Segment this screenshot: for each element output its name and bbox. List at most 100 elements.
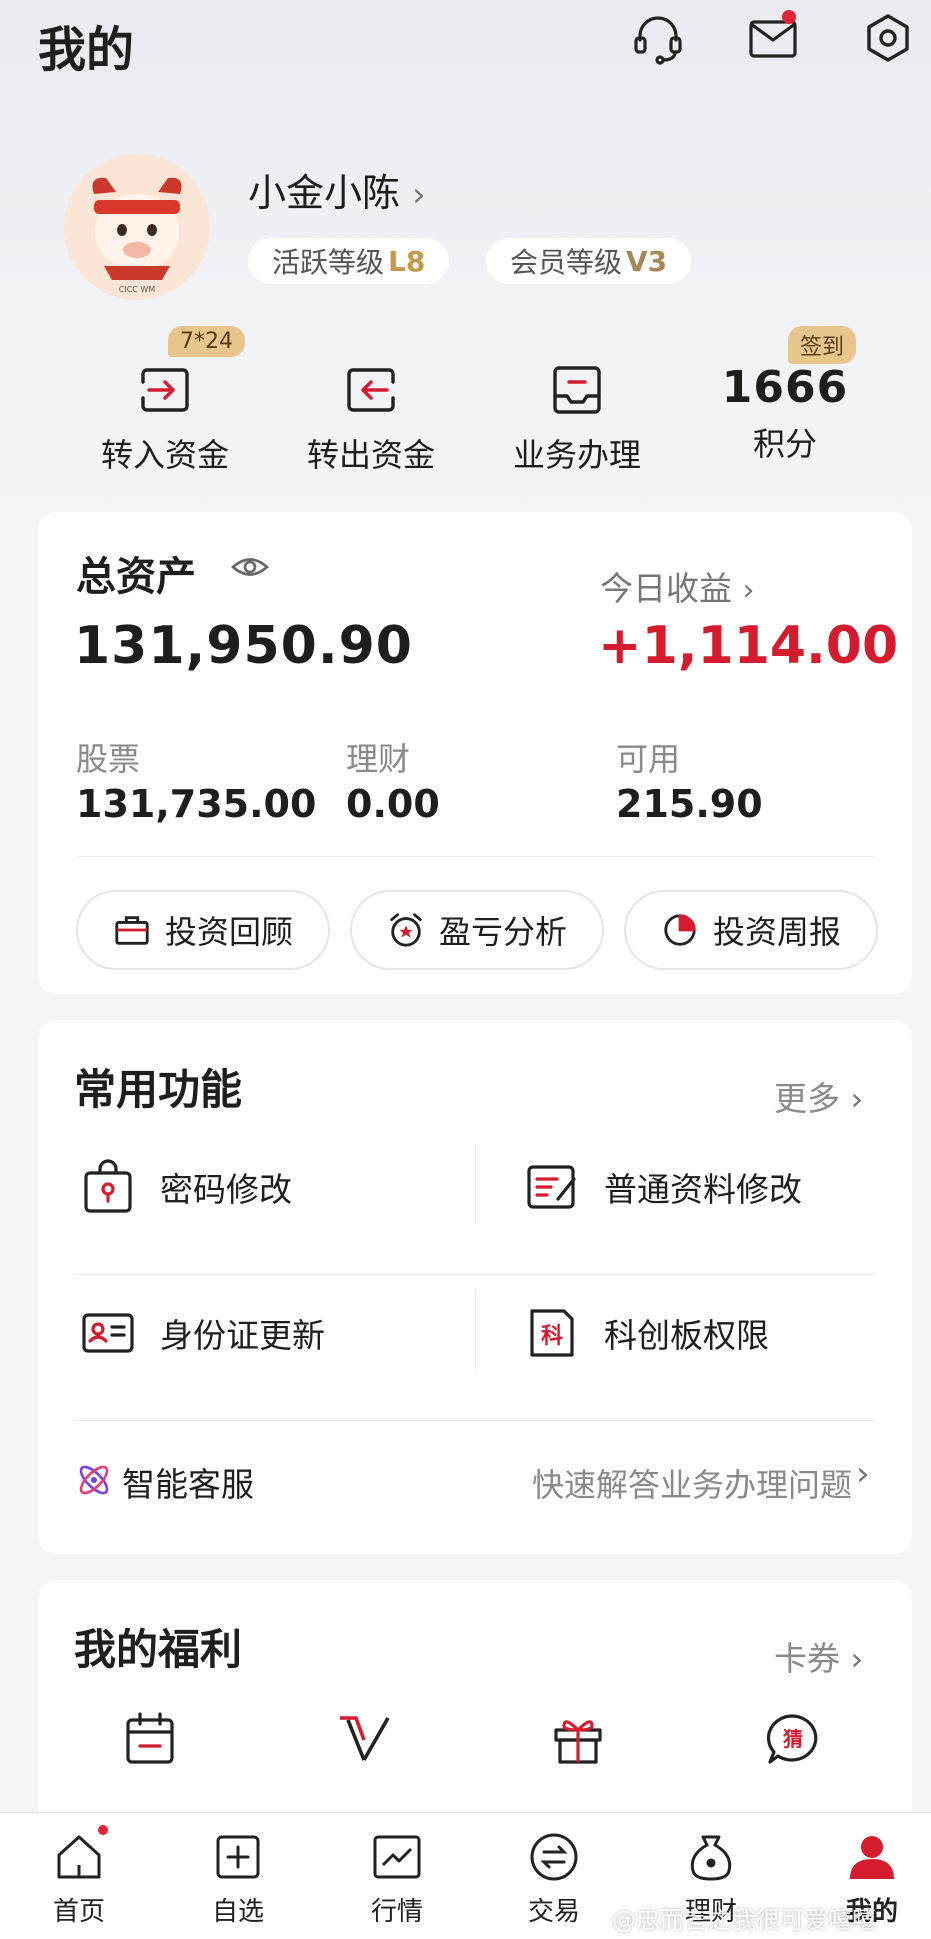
wealth-value: 0.00 [346,782,440,826]
guess-bubble-icon: 猜 [766,1714,818,1764]
svg-text:猜: 猜 [782,1727,803,1751]
today-profit-label: 今日收益 [600,569,732,608]
smart-service-row[interactable]: 智能客服 快速解答业务办理问题 › [74,1440,876,1520]
home-notification-dot [98,1825,108,1835]
nav-home-label: 首页 [52,1897,105,1927]
profile-edit-item[interactable]: 普通资料修改 [524,1114,924,1259]
more-link[interactable]: 更多 › [774,1072,863,1120]
chevron-right-icon: › [856,1454,870,1494]
common-functions-card: 常用功能 更多 › 密码修改 普通资料修改 身份证更新 科 科创板权限 智能客服… [38,1020,912,1554]
username-link[interactable]: 小金小陈 › [248,162,426,217]
exchange-arrows-icon [530,1833,578,1881]
common-functions-title: 常用功能 [74,1065,243,1114]
divider [475,1290,476,1370]
activity-level-label: 活跃等级 [272,246,385,279]
watermark-text: @忠而言之我很可爱嘻嘻 [612,1906,876,1934]
lock-bag-icon [84,1158,132,1213]
coupons-link[interactable]: 卡券 › [774,1632,863,1680]
assets-title: 总资产 [76,554,196,600]
nav-trade[interactable]: 交易 [489,1829,619,1928]
chevron-right-icon: › [850,1080,864,1118]
task-center-item[interactable] [70,1710,230,1774]
member-level-label: 会员等级 [510,246,623,279]
investment-review-button[interactable]: 投资回顾 [76,890,330,970]
chevron-right-icon: › [850,1640,864,1678]
transfer-in-icon [135,360,195,420]
alarm-clock-icon [390,913,422,947]
today-profit-value: +1,114.00 [598,616,899,676]
divider [76,856,874,857]
transfer-in-button[interactable]: 7*24 转入资金 [70,326,260,476]
profit-loss-analysis-label: 盈亏分析 [438,913,567,951]
member-level-value: V3 [626,244,668,278]
assets-card: 总资产 今日收益 › 131,950.90 +1,114.00 股票 131,7… [38,512,912,994]
visibility-eye-icon[interactable] [230,552,270,586]
transfer-out-label: 转出资金 [306,436,435,474]
more-label: 更多 [774,1079,840,1118]
svg-text:科: 科 [541,1324,563,1349]
customer-service-headset-icon[interactable] [630,10,686,66]
member-level-badge[interactable]: 会员等级 V3 [486,238,692,284]
coupons-label: 卡券 [774,1639,840,1678]
wealth-label: 理财 [346,740,411,778]
nav-watchlist-label: 自选 [211,1897,264,1927]
nav-trade-label: 交易 [527,1897,580,1927]
edit-document-icon [527,1164,576,1209]
activity-center-item[interactable] [498,1710,658,1774]
nav-market[interactable]: 行情 [332,1829,462,1928]
points-button[interactable]: 签到 1666 积分 [690,326,880,465]
password-change-item[interactable]: 密码修改 [80,1114,480,1259]
svg-text:CICC WM: CICC WM [119,285,156,294]
available-label: 可用 [616,740,681,778]
member-center-item[interactable] [284,1710,444,1774]
total-assets-value: 131,950.90 [74,616,413,676]
activity-level-badge[interactable]: 活跃等级 L8 [248,238,450,284]
today-profit-link[interactable]: 今日收益 › [600,562,755,610]
user-profile-icon [850,1836,894,1879]
id-update-label: 身份证更新 [160,1315,325,1355]
ke-document-icon: 科 [530,1308,574,1357]
atom-service-icon [79,1465,109,1495]
checkin-badge: 签到 [788,326,857,364]
points-label: 积分 [752,425,817,463]
weekly-report-label: 投资周报 [712,913,841,951]
welfare-title: 我的福利 [74,1625,243,1674]
page-title: 我的 [38,22,135,78]
weekly-report-button[interactable]: 投资周报 [624,890,878,970]
star-market-permission-item[interactable]: 科 科创板权限 [524,1260,924,1405]
transfer-out-button[interactable]: 转出资金 [276,352,466,476]
id-update-item[interactable]: 身份证更新 [80,1260,480,1405]
nav-watchlist[interactable]: 自选 [173,1829,303,1928]
transfer-in-label: 转入资金 [100,436,229,474]
business-handling-button[interactable]: 业务办理 [482,352,672,476]
divider [475,1144,476,1224]
function-row: 身份证更新 科 科创板权限 [38,1260,912,1405]
available-value: 215.90 [616,782,763,826]
avatar[interactable]: CICC WM [64,154,210,300]
smart-service-label: 智能客服 [122,1465,254,1504]
smart-service-desc: 快速解答业务办理问题 [532,1466,853,1504]
chevron-right-icon: › [412,175,426,215]
stock-label: 股票 [76,740,141,778]
transfer-out-icon [341,360,401,420]
stock-value: 131,735.00 [76,782,317,826]
activity-level-value: L8 [388,244,426,278]
profit-loss-analysis-button[interactable]: 盈亏分析 [350,890,604,970]
nav-home[interactable]: 首页 [14,1829,144,1928]
briefcase-icon [115,916,149,945]
settings-gear-icon[interactable] [860,10,916,66]
username: 小金小陈 [248,171,401,215]
divider [74,1420,876,1421]
calendar-icon [126,1712,174,1764]
transfer-in-badge: 7*24 [168,326,245,357]
points-value: 1666 [721,362,849,413]
function-row: 密码修改 普通资料修改 [38,1114,912,1259]
business-handling-label: 业务办理 [512,436,641,474]
money-bag-icon [690,1835,732,1881]
pie-chart-icon [664,914,696,946]
home-icon [57,1835,101,1879]
id-card-icon [82,1312,134,1353]
guess-rise-fall-item[interactable]: 猜 [712,1710,872,1774]
gift-icon [554,1720,602,1764]
profile-edit-label: 普通资料修改 [604,1169,802,1209]
